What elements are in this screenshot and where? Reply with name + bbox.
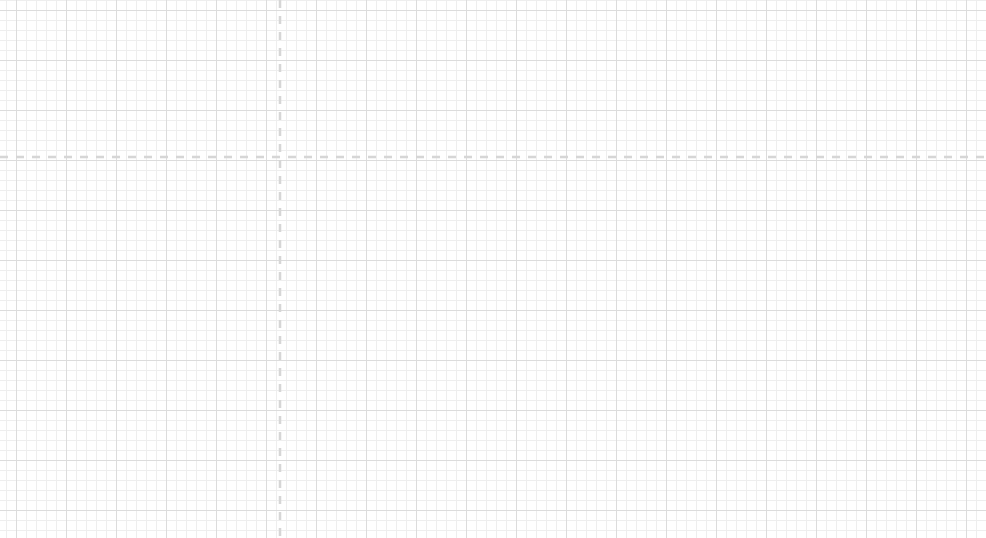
connector-layer [0,0,986,538]
